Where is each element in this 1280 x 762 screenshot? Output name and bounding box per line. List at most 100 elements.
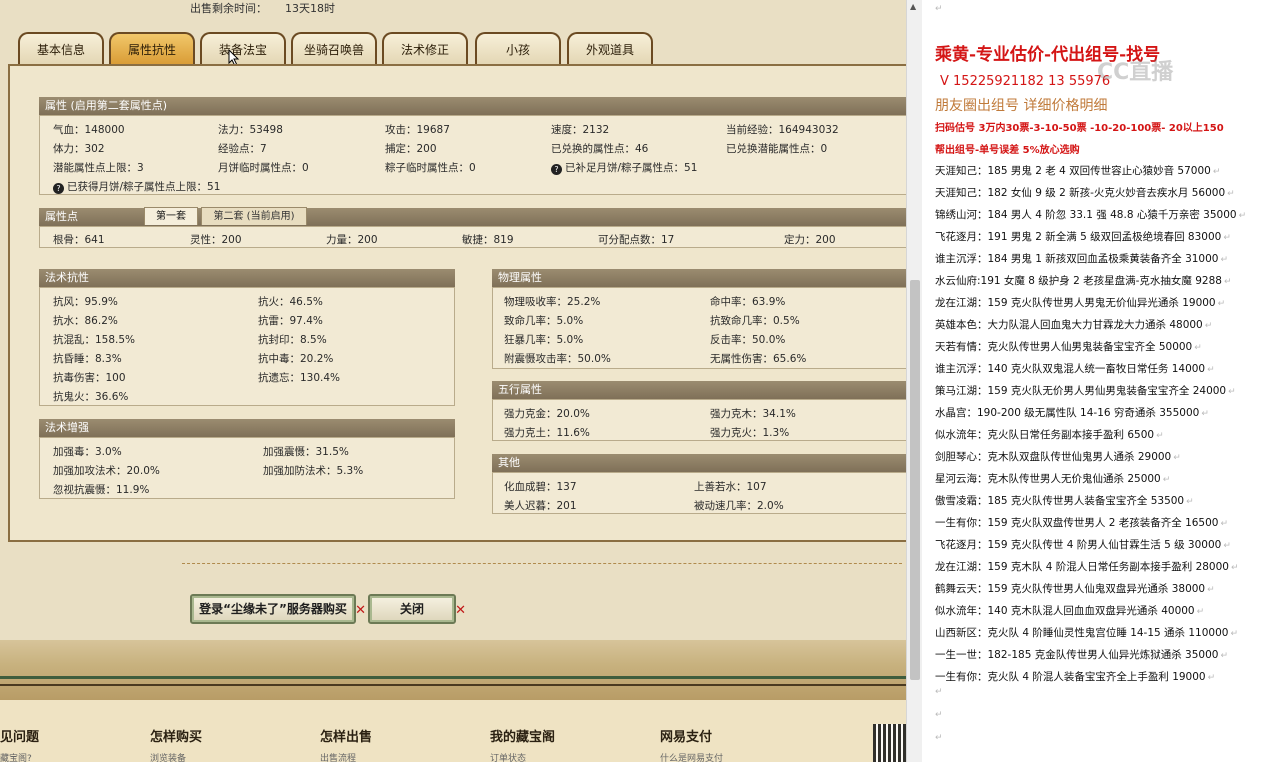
price-list-item: 飞花逐月：159 克火队传世 4 阶男人仙甘霖生活 5 级 30000 ↵: [935, 539, 1231, 551]
para-mark: ↵: [1162, 475, 1171, 485]
doc-subtitle: 朋友圈出组号 详细价格明细: [935, 98, 1108, 114]
price-list-item: 傲雪凌霜：185 克火队传世男人装备宝宝齐全 53500 ↵: [935, 495, 1194, 507]
footer-band: [0, 640, 906, 700]
doc-promo-1: 扫码估号 3万内30票-3-10-50票 -10-20-100票- 20以上15…: [935, 123, 1224, 134]
para-mark: ↵: [1230, 629, 1239, 639]
para-mark: ↵: [935, 4, 943, 14]
para-mark: ↵: [1201, 409, 1209, 419]
divider: [182, 563, 902, 564]
price-list-item: 山西新区：克火队 4 阶睡仙灵性鬼宫位睡 14-15 通杀 110000 ↵: [935, 627, 1239, 639]
pt-lingxing: 灵性：200: [190, 234, 242, 246]
price-list-item: 剑胆琴心：克木队双盘队传世仙鬼男人通杀 29000 ↵: [935, 451, 1181, 463]
phy-counter: 反击率：50.0%: [710, 334, 786, 346]
pt-available: 可分配点数：17: [598, 234, 675, 246]
wx-earth: 强力克土：11.6%: [504, 427, 590, 439]
resist-header: 法术抗性: [39, 269, 455, 287]
res-chaos: 抗混乱：158.5%: [53, 334, 136, 346]
price-list-item: 似水流年：140 克木队混人回血血双盘异光通杀 40000 ↵: [935, 605, 1205, 617]
res-sleep: 抗昏睡：8.3%: [53, 353, 122, 365]
enh-defense-spell: 加强加防法术：5.3%: [263, 465, 364, 477]
para-mark: ↵: [1227, 189, 1235, 199]
tab-mounts-pets[interactable]: 坐骑召唤兽: [291, 32, 377, 66]
tab-spell-correction[interactable]: 法术修正: [382, 32, 468, 66]
footer-col-sell[interactable]: 怎样出售 出售流程: [320, 726, 372, 762]
price-list-item: 似水流年：克火队日常任务副本接手盈利 6500 ↵: [935, 429, 1164, 441]
res-forget: 抗遗忘：130.4%: [258, 372, 341, 384]
phy-hit: 命中率：63.9%: [710, 296, 786, 308]
para-mark: ↵: [1156, 431, 1164, 441]
watermark-logo: CC直播: [1097, 60, 1174, 85]
para-mark: ↵: [1217, 299, 1226, 309]
phy-anti-crit: 抗致命几率：0.5%: [710, 315, 800, 327]
points-tab-1[interactable]: 第一套: [144, 207, 198, 225]
wuxing-header: 五行属性: [492, 381, 906, 399]
attr-seal: 捕定：200: [385, 143, 437, 155]
res-wind: 抗风：95.9%: [53, 296, 118, 308]
para-mark: ↵: [1173, 453, 1181, 463]
footer: 见问题 藏宝阁? 怎样购买 浏览装备 怎样出售 出售流程 我的藏宝阁 订单状态 网易支付…: [0, 700, 906, 762]
doc-phone: V 15225921182 13 55976: [940, 74, 1111, 89]
enhance-header: 法术增强: [39, 419, 455, 437]
res-poison: 抗中毒：20.2%: [258, 353, 334, 365]
para-mark: ↵: [1223, 277, 1232, 287]
para-mark: ↵: [1223, 233, 1231, 243]
res-water: 抗水：86.2%: [53, 315, 118, 327]
para-mark: ↵: [1220, 255, 1229, 265]
footer-col-faq[interactable]: 见问题 藏宝阁?: [0, 726, 39, 762]
attr-potential-cap: 潜能属性点上限：3: [53, 162, 144, 174]
buy-button[interactable]: 登录“尘缘未了”服务器购买 ✕: [190, 594, 366, 624]
tab-child[interactable]: 小孩: [475, 32, 561, 66]
attr-exp: 当前经验：164943032: [726, 124, 839, 136]
tab-attributes[interactable]: 属性抗性: [109, 32, 195, 66]
price-list-item: 龙在江湖：159 克火队传世男人男鬼无价仙异光通杀 19000 ↵: [935, 297, 1226, 309]
scrollbar[interactable]: ▲: [906, 0, 922, 762]
scroll-up-icon[interactable]: ▲: [910, 2, 916, 11]
para-mark: ↵: [1228, 387, 1236, 397]
points-tab-2[interactable]: 第二套 (当前启用): [201, 207, 307, 225]
close-button[interactable]: 关闭 ✕: [368, 594, 466, 624]
tab-appearance[interactable]: 外观道具: [567, 32, 653, 66]
attr-stamina: 体力：302: [53, 143, 105, 155]
attr-mp: 法力：53498: [218, 124, 283, 136]
attr-attack: 攻击：19687: [385, 124, 450, 136]
phy-crit: 致命几率：5.0%: [504, 315, 584, 327]
price-list-item: 天若有情：克火队传世男人仙男鬼装备宝宝齐全 50000 ↵: [935, 341, 1202, 353]
para-mark: ↵: [1230, 563, 1239, 573]
physical-header: 物理属性: [492, 269, 906, 287]
pt-power: 力量：200: [326, 234, 378, 246]
para-mark: ↵: [1207, 673, 1216, 683]
tab-equipment[interactable]: 装备法宝: [200, 32, 286, 66]
qr-code-icon: [873, 724, 906, 762]
price-list-item: 水晶宫：190-200 级无属性队 14-16 穷奇通杀 355000 ↵: [935, 407, 1209, 419]
res-poison-dmg: 抗毒伤害：100: [53, 372, 126, 384]
wx-fire: 强力克火：1.3%: [710, 427, 790, 439]
price-list-item: 谁主沉浮：140 克火队双鬼混人统一畜牧日常任务 14000 ↵: [935, 363, 1215, 375]
close-x-icon: ✕: [455, 603, 466, 618]
scrollbar-thumb[interactable]: [910, 280, 920, 680]
attr-hp: 气血：148000: [53, 124, 125, 136]
sale-time-value: 13天18时: [285, 2, 335, 15]
tab-basic[interactable]: 基本信息: [18, 32, 104, 66]
para-mark: ↵: [935, 710, 943, 720]
pt-gengu: 根骨：641: [53, 234, 105, 246]
help-icon[interactable]: ?: [53, 183, 64, 194]
game-page: 出售剩余时间： 13天18时 基本信息 属性抗性 装备法宝 坐骑召唤兽 法术修正 …: [0, 0, 906, 762]
footer-col-mine[interactable]: 我的藏宝阁 订单状态: [490, 726, 555, 762]
para-mark: ↵: [1204, 321, 1213, 331]
attr-zongzi-temp: 粽子临时属性点：0: [385, 162, 476, 174]
footer-col-buy[interactable]: 怎样购买 浏览装备: [150, 726, 202, 762]
price-list-item: 星河云海：克木队传世男人无价鬼仙通杀 25000 ↵: [935, 473, 1171, 485]
phy-rage: 狂暴几率：5.0%: [504, 334, 584, 346]
points-header: 属性点 第一套 第二套 (当前启用): [39, 207, 906, 226]
para-mark: ↵: [1238, 211, 1247, 221]
price-list-item: 一生一世：182-185 克金队传世男人仙异光炼狱通杀 35000 ↵: [935, 649, 1228, 661]
oth-passive-speed: 被动速几率：2.0%: [694, 500, 784, 512]
para-mark: ↵: [1207, 585, 1215, 595]
para-mark: ↵: [1223, 541, 1231, 551]
attr-mooncake-temp: 月饼临时属性点：0: [218, 162, 309, 174]
footer-col-pay[interactable]: 网易支付 什么是网易支付: [660, 726, 723, 762]
doc-promo-2: 帮出组号-单号误差 5%放心选购: [935, 145, 1080, 156]
help-icon[interactable]: ?: [551, 164, 562, 175]
attributes-panel: 属性 (启用第二套属性点) 气血：148000 法力：53498 攻击：1968…: [8, 64, 906, 542]
para-mark: ↵: [1220, 519, 1229, 529]
